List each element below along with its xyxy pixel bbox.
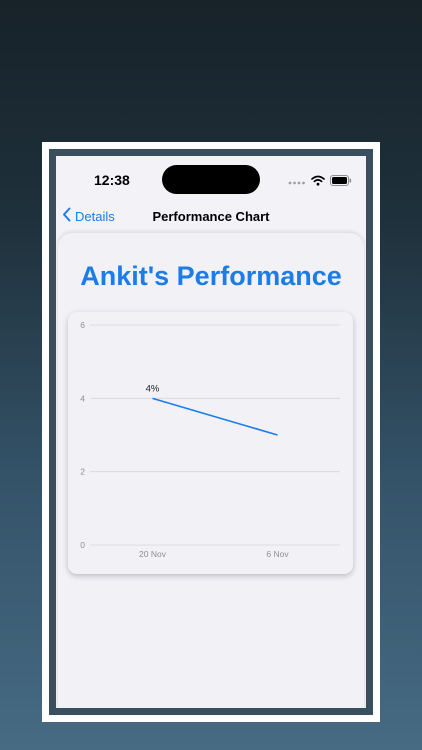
data-label: 4% [146,383,160,394]
chart-card: 0 2 4 6 20 Nov 6 Nov 4% [68,312,353,574]
status-time: 12:38 [94,172,130,188]
performance-chart: 0 2 4 6 20 Nov 6 Nov 4% [80,320,340,559]
status-bar: 12:38 [56,156,366,202]
y-tick-label: 2 [80,467,85,477]
y-tick-label: 0 [80,540,85,550]
phone-screen: 12:38 Details Performance Chart Ankit's … [56,156,366,708]
page-title: Ankit's Performance [80,261,342,291]
y-tick-label: 4 [80,393,85,403]
dynamic-island [162,165,260,194]
wifi-icon [311,173,325,191]
battery-icon [330,173,352,191]
series-line [152,397,278,436]
status-icons [288,173,352,191]
content-sheet: Ankit's Performance 0 2 4 6 20 Nov 6 Nov 4% [58,233,364,708]
signal-dots-icon [288,173,306,191]
nav-title: Performance Chart [152,209,270,224]
x-tick-label: 6 Nov [266,549,289,559]
y-tick-label: 6 [80,320,85,330]
navigation-bar: Details Performance Chart [56,202,366,232]
x-tick-label: 20 Nov [139,549,167,559]
